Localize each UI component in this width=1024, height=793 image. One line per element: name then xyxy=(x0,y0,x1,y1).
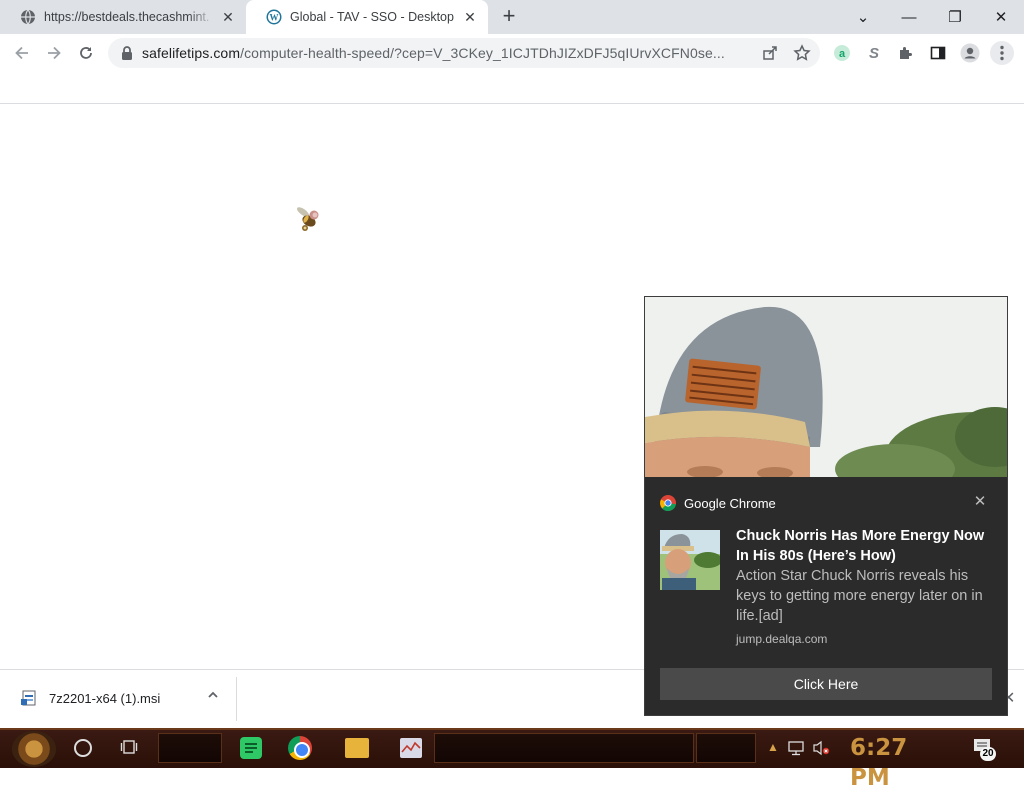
tray-overflow-icon[interactable]: ▲ xyxy=(767,740,779,754)
performance-monitor-icon[interactable] xyxy=(400,738,422,758)
address-bar[interactable]: safelifetips.com/computer-health-speed/?… xyxy=(108,38,820,68)
tab-bestdeals[interactable]: https://bestdeals.thecashmint. ✕ xyxy=(0,0,246,34)
tab-global-tav-sso[interactable]: W Global - TAV - SSO - Desktop ✕ xyxy=(246,0,488,34)
tab-close-button[interactable]: ✕ xyxy=(220,9,236,25)
url-text: safelifetips.com/computer-health-speed/?… xyxy=(142,45,752,61)
notification-count-badge: 20 xyxy=(980,747,996,761)
lock-icon[interactable] xyxy=(120,45,134,61)
profile-icon[interactable] xyxy=(958,41,982,65)
taskbar-slot xyxy=(158,733,222,763)
tab-title: https://bestdeals.thecashmint. xyxy=(44,10,210,24)
wordpress-icon: W xyxy=(266,9,282,25)
forward-icon[interactable] xyxy=(42,41,66,65)
notification-thumbnail xyxy=(660,530,720,590)
svg-text:W: W xyxy=(270,13,279,23)
svg-text:a: a xyxy=(839,48,846,60)
notification-source: jump.dealqa.com xyxy=(736,632,828,646)
tab-close-button[interactable]: ✕ xyxy=(462,9,478,25)
url-host: safelifetips.com xyxy=(142,45,241,61)
click-here-button[interactable]: Click Here xyxy=(660,668,992,700)
volume-muted-icon[interactable] xyxy=(812,740,830,756)
minimize-button[interactable]: — xyxy=(886,0,932,34)
close-window-button[interactable]: ✕ xyxy=(978,0,1024,34)
notification-header: Google Chrome xyxy=(660,494,1000,512)
notification-body: Action Star Chuck Norris reveals his key… xyxy=(736,568,983,624)
share-icon[interactable] xyxy=(758,41,782,65)
url-path: /computer-health-speed/?cep=V_3CKey_1ICJ… xyxy=(240,45,725,61)
chevron-up-icon[interactable] xyxy=(205,689,221,705)
chrome-icon xyxy=(660,495,676,511)
taskbar-slot xyxy=(696,733,756,763)
side-panel-icon[interactable] xyxy=(926,41,950,65)
chrome-taskbar-icon[interactable] xyxy=(288,736,312,760)
network-icon[interactable] xyxy=(788,740,804,756)
tab-title: Global - TAV - SSO - Desktop xyxy=(290,10,454,24)
start-button[interactable] xyxy=(12,731,56,767)
sticky-notes-icon[interactable] xyxy=(240,737,262,759)
new-tab-button[interactable]: + xyxy=(496,5,522,29)
grammarly-icon[interactable]: a xyxy=(830,41,854,65)
restore-button[interactable]: ❐ xyxy=(932,0,978,34)
extension-s-icon[interactable]: S xyxy=(862,41,886,65)
reload-icon[interactable] xyxy=(74,41,98,65)
task-view-icon[interactable] xyxy=(120,738,140,758)
download-separator xyxy=(236,677,237,721)
taskbar-clock[interactable]: 6:27 PM xyxy=(850,733,946,791)
notification-app-name: Google Chrome xyxy=(684,495,776,511)
download-item[interactable]: 7z2201-x64 (1).msi xyxy=(0,669,236,727)
puzzle-icon[interactable] xyxy=(894,41,918,65)
file-explorer-icon[interactable] xyxy=(345,738,369,758)
back-icon[interactable] xyxy=(10,41,34,65)
msi-file-icon xyxy=(21,690,36,706)
taskbar-slot xyxy=(434,733,694,763)
globe-icon xyxy=(21,9,35,25)
notification-close-button[interactable]: ✕ xyxy=(972,494,988,510)
tab-search-button[interactable]: ⌄ xyxy=(840,0,886,34)
toolbar-divider xyxy=(0,103,1024,104)
search-icon[interactable] xyxy=(74,739,92,757)
download-file-name: 7z2201-x64 (1).msi xyxy=(49,690,161,706)
notification-title: Chuck Norris Has More Energy Now In His … xyxy=(736,528,985,564)
notification-hero-image[interactable] xyxy=(645,297,1007,477)
star-icon[interactable] xyxy=(790,41,814,65)
kebab-menu-icon[interactable] xyxy=(990,41,1014,65)
bee-icon xyxy=(297,207,319,231)
